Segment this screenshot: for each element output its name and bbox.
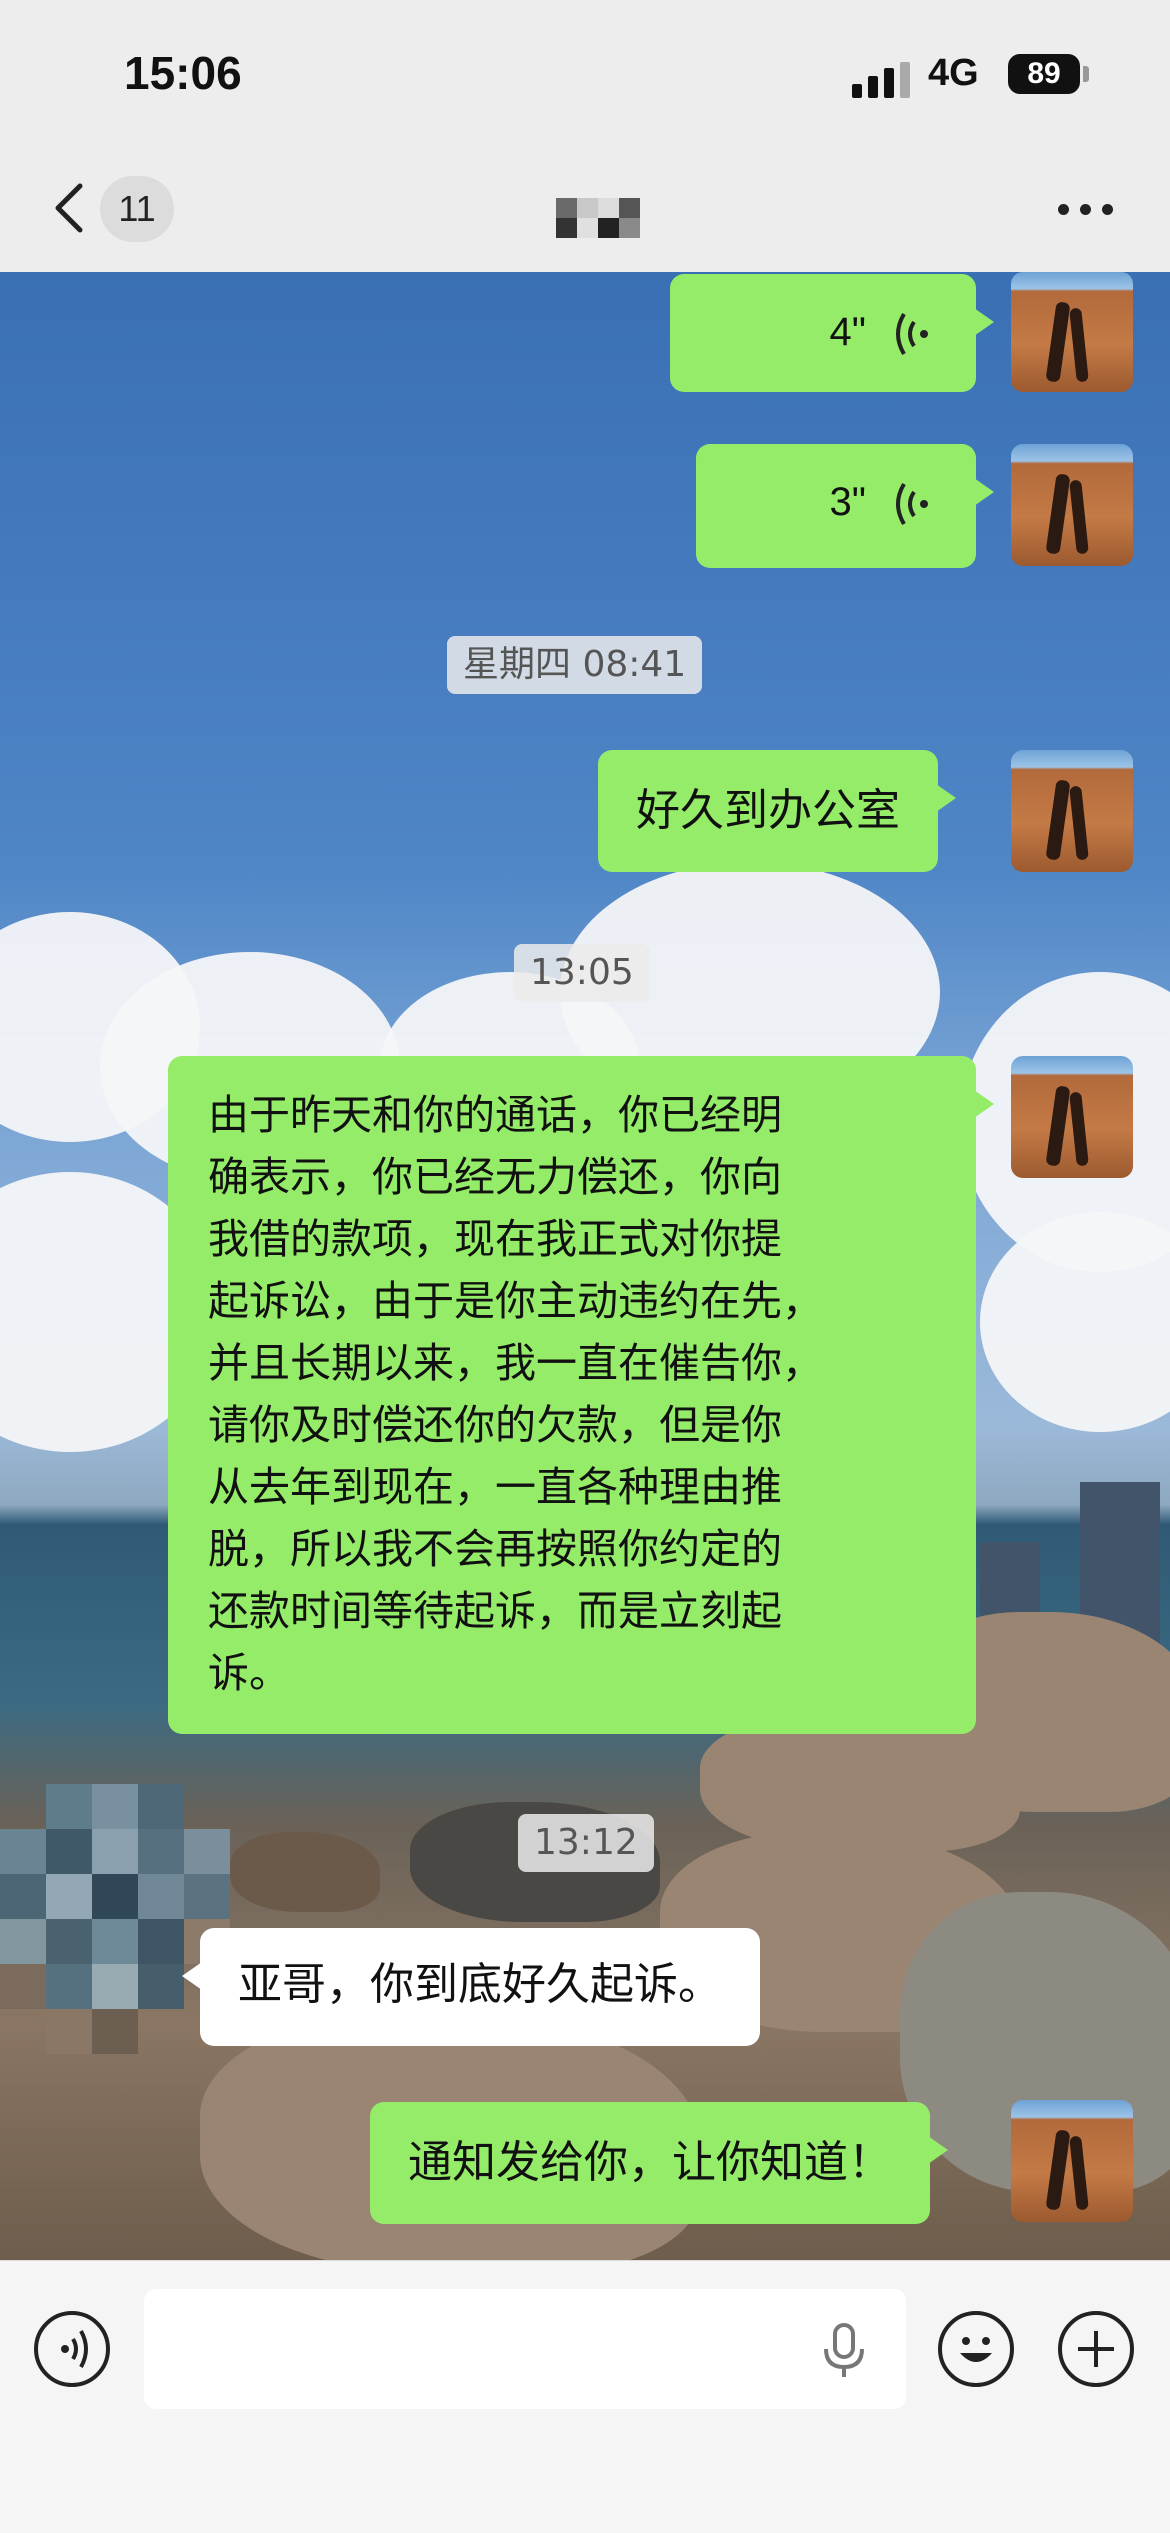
my-avatar[interactable] [1011,2100,1133,2222]
message-input[interactable] [144,2289,906,2409]
voice-wave-icon [896,312,928,356]
microphone-icon[interactable] [822,2323,866,2379]
voice-duration: 4" [829,310,866,354]
chevron-left-icon[interactable] [44,178,104,238]
timestamp: 13:12 [518,1814,654,1872]
signal-icon [852,62,912,98]
voice-wave-icon [896,482,928,526]
text-message[interactable]: 通知发给你，让你知道！ [370,2102,948,2224]
message-line: 起诉讼，由于是你主动违约在先， [208,1277,823,1325]
text-message[interactable]: 由于昨天和你的通话，你已经明 确表示，你已经无力偿还，你向 我借的款项，现在我正… [168,1056,994,1734]
background-cloud [980,1212,1170,1432]
status-bar: 15:06 4G 89 [0,0,1170,150]
contact-avatar-redacted[interactable] [0,1784,230,2054]
battery-tip [1083,66,1089,82]
text-message[interactable]: 亚哥，你到底好久起诉。 [182,1928,760,2046]
contact-name-redacted [556,198,640,238]
text-message[interactable]: 好久到办公室 [598,750,956,872]
my-avatar[interactable] [1011,750,1133,872]
message-line: 从去年到现在，一直各种理由推 [208,1463,782,1511]
message-line: 还款时间等待起诉，而是立刻起 [208,1587,782,1635]
unread-count-badge[interactable]: 11 [100,176,174,242]
message-line: 我借的款项，现在我正式对你提 [208,1215,782,1263]
voice-duration: 3" [829,480,866,524]
chat-area[interactable]: 4" 3" 星期四 08:41 好久到办公室 13:05 由于昨天和你的通话，你… [0,272,1170,2260]
message-line: 确表示，你已经无力偿还，你向 [208,1153,782,1201]
message-line: 由于昨天和你的通话，你已经明 [208,1091,782,1139]
my-avatar[interactable] [1011,1056,1133,1178]
voice-message[interactable]: 3" [696,444,994,568]
message-line: 请你及时偿还你的欠款，但是你 [208,1401,782,1449]
emoji-icon[interactable] [938,2311,1014,2387]
more-dots-icon[interactable] [1056,200,1116,220]
message-line: 脱，所以我不会再按照你约定的 [208,1525,782,1573]
timestamp: 星期四 08:41 [447,636,703,694]
battery-icon: 89 [1008,54,1080,94]
message-line: 诉。 [208,1649,290,1697]
chat-header: 11 [0,150,1170,272]
voice-message[interactable]: 4" [670,274,994,392]
network-type: 4G [928,52,979,94]
my-avatar[interactable] [1011,272,1133,392]
timestamp: 13:05 [514,944,650,1002]
input-bar [0,2260,1170,2533]
message-line: 并且长期以来，我一直在催告你， [208,1339,823,1387]
voice-mode-icon[interactable] [34,2311,110,2387]
status-time: 15:06 [124,47,242,99]
plus-icon[interactable] [1058,2311,1134,2387]
my-avatar[interactable] [1011,444,1133,566]
background-rock [230,1832,380,1912]
